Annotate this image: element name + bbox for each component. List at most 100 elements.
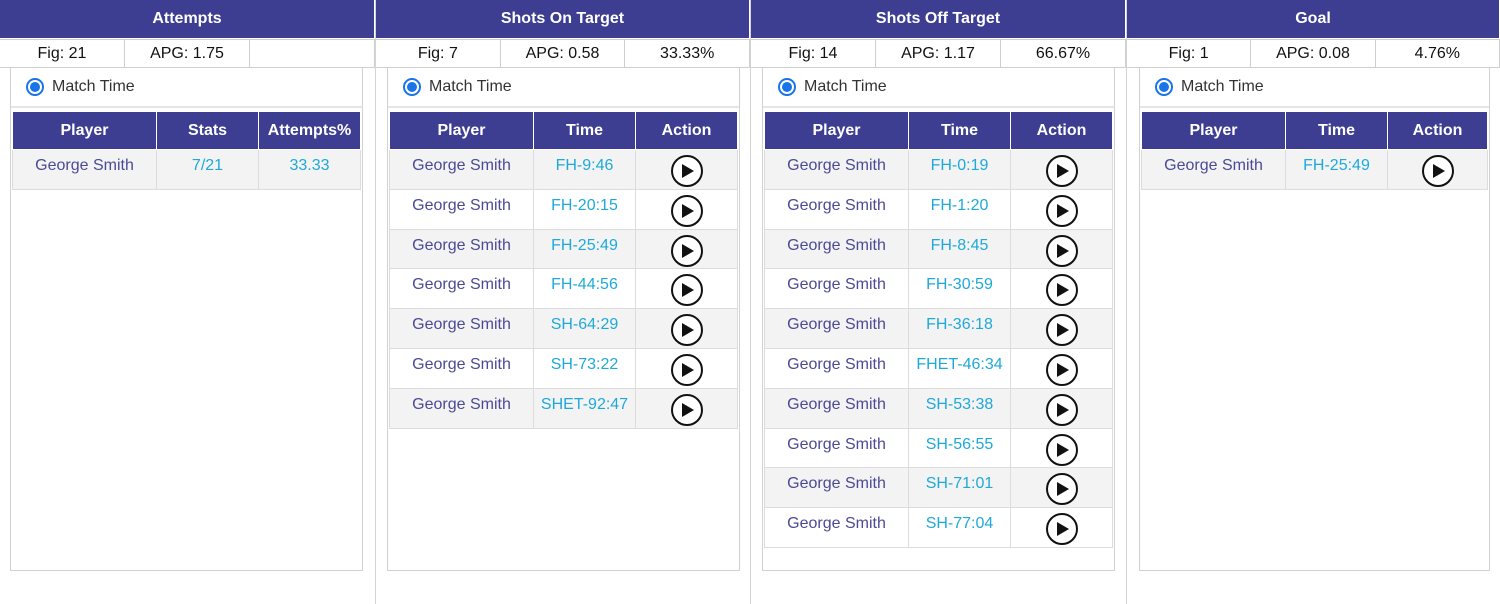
player-name[interactable]: George Smith: [764, 308, 909, 349]
apg-stat: APG: 1.17: [876, 40, 1001, 67]
play-circle-icon[interactable]: [1045, 194, 1078, 227]
play-circle-icon[interactable]: [1045, 314, 1078, 347]
player-name[interactable]: George Smith: [1141, 149, 1286, 190]
match-time-link[interactable]: SH-73:22: [533, 347, 636, 389]
play-circle-icon[interactable]: [670, 155, 703, 187]
player-name[interactable]: George Smith: [389, 188, 534, 230]
match-time-link[interactable]: SH-56:55: [908, 427, 1011, 469]
match-time-link[interactable]: SH-64:29: [533, 308, 636, 349]
play-circle-icon[interactable]: [670, 393, 703, 426]
radio-selected-icon[interactable]: [778, 78, 796, 96]
match-time-link[interactable]: FHET-46:34: [908, 347, 1011, 389]
player-name[interactable]: George Smith: [764, 149, 909, 190]
play-circle-icon[interactable]: [1045, 393, 1078, 426]
player-name[interactable]: George Smith: [764, 268, 909, 310]
play-circle-icon[interactable]: [1045, 473, 1078, 506]
match-time-link[interactable]: FH-36:18: [908, 308, 1011, 349]
pct-stat: 4.76%: [1376, 40, 1500, 67]
column-header-attempts-pct[interactable]: Attempts%: [258, 111, 361, 150]
column-header-player[interactable]: Player: [764, 111, 909, 150]
match-time-link[interactable]: FH-9:46: [533, 149, 636, 190]
match-time-link[interactable]: FH-1:20: [908, 188, 1011, 230]
column-header-time[interactable]: Time: [533, 111, 636, 150]
match-time-link[interactable]: SH-53:38: [908, 387, 1011, 429]
player-name[interactable]: George Smith: [764, 347, 909, 389]
stats-dashboard: Attempts Fig: 21 APG: 1.75 Match Time Pl…: [0, 0, 1500, 604]
player-name[interactable]: George Smith: [764, 467, 909, 509]
match-time-link[interactable]: FH-30:59: [908, 268, 1011, 310]
table-row: George Smith SH-56:55: [764, 427, 1113, 469]
fig-stat: Fig: 21: [0, 40, 125, 67]
table-row: George Smith 7/21 33.33: [12, 149, 361, 190]
match-time-option[interactable]: Match Time: [11, 68, 362, 108]
player-name[interactable]: George Smith: [389, 228, 534, 270]
play-circle-icon[interactable]: [670, 194, 703, 227]
match-time-link[interactable]: FH-20:15: [533, 188, 636, 230]
play-circle-icon[interactable]: [1045, 433, 1078, 466]
match-time-link[interactable]: SHET-92:47: [533, 387, 636, 429]
shots-on-target-table: Player Time Action George Smith FH-9:46 Ge…: [389, 111, 738, 429]
table-row: George Smith SH-71:01: [764, 467, 1113, 509]
apg-stat: APG: 0.58: [501, 40, 626, 67]
match-time-option[interactable]: Match Time: [763, 68, 1114, 108]
radio-selected-icon[interactable]: [26, 78, 44, 96]
match-time-link[interactable]: FH-0:19: [908, 149, 1011, 190]
match-time-link[interactable]: SH-71:01: [908, 467, 1011, 509]
match-time-option[interactable]: Match Time: [1140, 68, 1489, 108]
play-circle-icon[interactable]: [670, 234, 703, 267]
goal-panel: Match Time Player Time Action George Smi…: [1139, 68, 1490, 571]
player-name[interactable]: George Smith: [389, 387, 534, 429]
column-header-stats[interactable]: Stats: [156, 111, 259, 150]
column-header-player[interactable]: Player: [389, 111, 534, 150]
attempts-table: Player Stats Attempts% George Smith 7/21…: [12, 111, 361, 190]
section-title: Shots On Target: [376, 0, 750, 38]
stats-value[interactable]: 7/21: [156, 149, 259, 190]
player-name[interactable]: George Smith: [389, 268, 534, 310]
action-cell: [1010, 228, 1113, 270]
player-name[interactable]: George Smith: [764, 387, 909, 429]
attempts-pct-value: 33.33: [258, 149, 361, 190]
player-name[interactable]: George Smith: [764, 507, 909, 548]
table-row: George Smith FH-1:20: [764, 188, 1113, 230]
play-circle-icon[interactable]: [670, 274, 703, 307]
match-time-link[interactable]: FH-8:45: [908, 228, 1011, 270]
radio-selected-icon[interactable]: [403, 78, 421, 96]
player-name[interactable]: George Smith: [764, 427, 909, 469]
player-name[interactable]: George Smith: [764, 188, 909, 230]
play-circle-icon[interactable]: [1045, 513, 1078, 546]
play-circle-icon[interactable]: [670, 353, 703, 386]
table-row: George Smith FH-9:46: [389, 149, 738, 190]
action-cell: [1010, 188, 1113, 230]
column-header-player[interactable]: Player: [12, 111, 157, 150]
match-time-link[interactable]: FH-25:49: [533, 228, 636, 270]
player-name[interactable]: George Smith: [764, 228, 909, 270]
play-circle-icon[interactable]: [1045, 155, 1078, 187]
goal-table: Player Time Action George Smith FH-25:49: [1141, 111, 1488, 190]
column-header-time[interactable]: Time: [1285, 111, 1388, 150]
play-circle-icon[interactable]: [1045, 353, 1078, 386]
column-header-time[interactable]: Time: [908, 111, 1011, 150]
player-name[interactable]: George Smith: [389, 347, 534, 389]
play-circle-icon[interactable]: [1045, 274, 1078, 307]
column-header-player[interactable]: Player: [1141, 111, 1286, 150]
play-circle-icon[interactable]: [670, 314, 703, 347]
player-name[interactable]: George Smith: [389, 308, 534, 349]
stats-row: Fig: 14 APG: 1.17 66.67%: [751, 39, 1126, 68]
radio-selected-icon[interactable]: [1155, 78, 1173, 96]
pct-stat: 33.33%: [625, 40, 751, 67]
action-cell: [635, 268, 738, 310]
pct-stat: 66.67%: [1001, 40, 1126, 67]
player-name[interactable]: George Smith: [12, 149, 157, 190]
play-circle-icon[interactable]: [1045, 234, 1078, 267]
play-circle-icon[interactable]: [1421, 155, 1454, 187]
match-time-link[interactable]: SH-77:04: [908, 507, 1011, 548]
match-time-option[interactable]: Match Time: [388, 68, 739, 108]
table-row: George Smith SH-64:29: [389, 308, 738, 349]
action-cell: [635, 149, 738, 190]
match-time-link[interactable]: FH-25:49: [1285, 149, 1388, 190]
action-cell: [1387, 149, 1488, 190]
player-name[interactable]: George Smith: [389, 149, 534, 190]
match-time-label: Match Time: [429, 78, 512, 95]
match-time-link[interactable]: FH-44:56: [533, 268, 636, 310]
action-cell: [1010, 467, 1113, 509]
